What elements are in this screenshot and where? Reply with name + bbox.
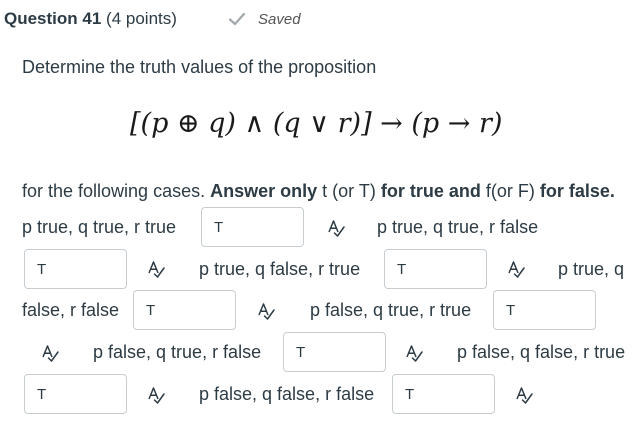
- case-label-4b: false, r false: [22, 300, 120, 320]
- case-label-3: p true, q false, r true: [199, 259, 361, 279]
- spellcheck-icon[interactable]: [146, 385, 166, 405]
- instructions-part4: for true and: [380, 181, 481, 201]
- answer-input-6[interactable]: [283, 332, 386, 372]
- instructions-part2: Answer only: [210, 181, 318, 201]
- spellcheck-icon[interactable]: [326, 218, 346, 238]
- instructions-part6: for false.: [539, 181, 615, 201]
- question-header: Question 41 (4 points): [4, 9, 177, 29]
- spellcheck-icon[interactable]: [146, 259, 166, 279]
- case-label-4a: p true, q: [558, 259, 625, 279]
- case-label-2: p true, q true, r false: [377, 217, 539, 237]
- spellcheck-icon[interactable]: [506, 259, 526, 279]
- question-points: (4 points): [106, 9, 177, 28]
- answer-input-7[interactable]: [24, 374, 127, 414]
- question-title: Question 41: [4, 9, 102, 28]
- instructions-part3: t (or T): [322, 181, 376, 201]
- check-icon: [228, 12, 246, 26]
- spellcheck-icon[interactable]: [404, 343, 424, 363]
- answer-input-3[interactable]: [384, 249, 487, 289]
- answer-input-1[interactable]: [201, 207, 304, 247]
- case-label-1: p true, q true, r true: [22, 217, 177, 237]
- case-label-6: p false, q true, r false: [93, 342, 262, 362]
- case-label-5: p false, q true, r true: [310, 300, 472, 320]
- spellcheck-icon[interactable]: [514, 385, 534, 405]
- answer-input-5[interactable]: [493, 290, 596, 330]
- formula: [(p ⊕ q) ∧ (q ∨ r)] → (p → r): [130, 108, 503, 139]
- saved-status: Saved: [258, 11, 301, 28]
- instructions: for the following cases. Answer only t (…: [22, 181, 615, 202]
- answer-input-4[interactable]: [133, 290, 236, 330]
- case-label-8: p false, q false, r false: [199, 384, 375, 404]
- case-label-7: p false, q false, r true: [457, 342, 626, 362]
- spellcheck-icon[interactable]: [40, 343, 60, 363]
- instructions-part1: for the following cases.: [22, 181, 206, 201]
- instructions-part5: f(or F): [485, 181, 535, 201]
- question-prompt: Determine the truth values of the propos…: [22, 57, 377, 77]
- answer-input-8[interactable]: [392, 374, 495, 414]
- answer-input-2[interactable]: [24, 249, 127, 289]
- spellcheck-icon[interactable]: [256, 301, 276, 321]
